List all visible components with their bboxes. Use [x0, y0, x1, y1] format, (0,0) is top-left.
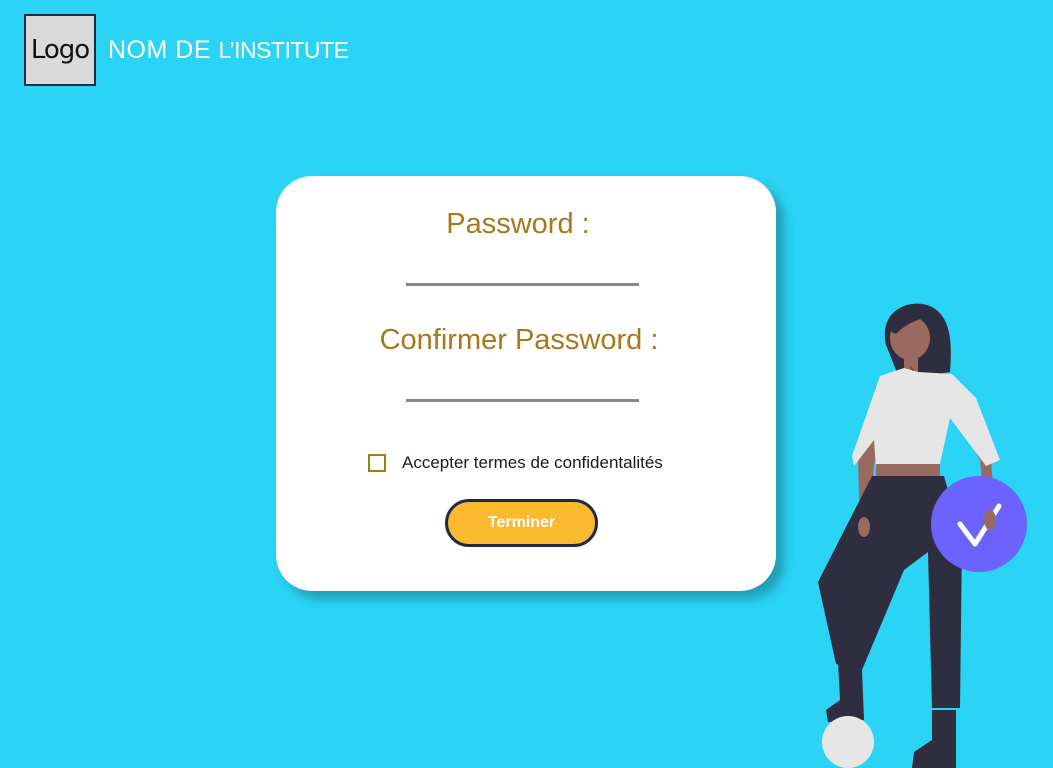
confirm-password-label: Confirmer Password : — [379, 324, 659, 356]
terminer-button[interactable]: Terminer — [445, 499, 598, 547]
logo: Logo — [24, 14, 96, 86]
institute-name: NOM DE L’INSTITUTE — [108, 36, 349, 65]
check-badge — [931, 476, 1027, 572]
terms-checkbox[interactable] — [368, 454, 386, 472]
confirm-password-input[interactable] — [406, 371, 639, 402]
ball — [822, 716, 874, 768]
terms-row: Accepter termes de confidentalités — [368, 453, 663, 473]
password-input[interactable] — [406, 255, 639, 286]
woman-illustration — [818, 303, 1027, 768]
password-label: Password : — [446, 208, 590, 240]
institute-name-prefix: NOM DE — [108, 36, 219, 64]
terms-label: Accepter termes de confidentalités — [402, 453, 663, 472]
logo-text: Logo — [30, 35, 90, 65]
password-form-card: Password : Confirmer Password : Accepter… — [276, 176, 776, 591]
institute-name-suffix: L’INSTITUTE — [218, 37, 349, 63]
